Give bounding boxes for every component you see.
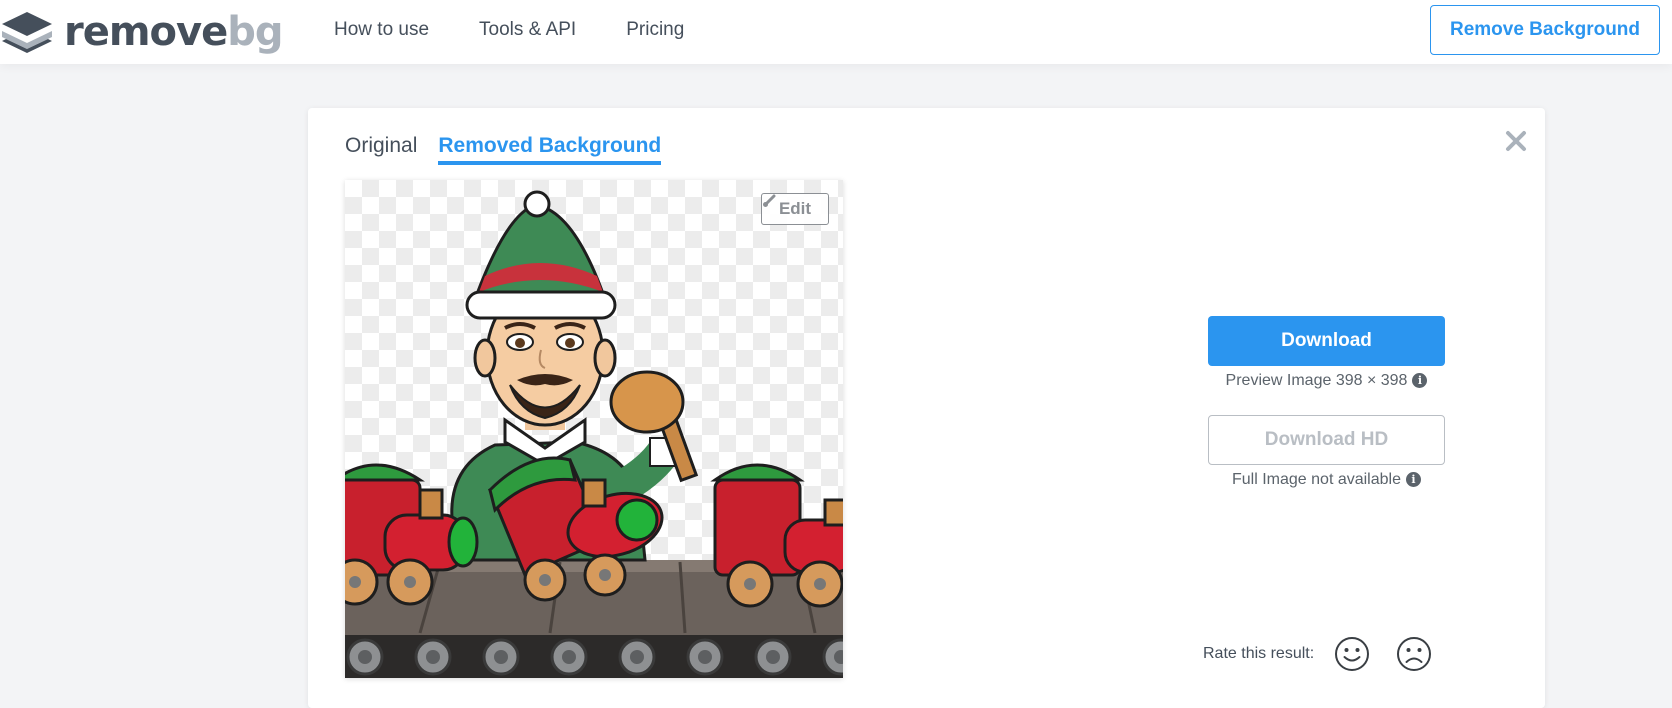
result-card: Original Removed Background Edit Downloa… — [308, 108, 1545, 708]
logo-text-remove: remove — [64, 9, 228, 55]
nav-pricing[interactable]: Pricing — [626, 19, 684, 41]
info-icon[interactable]: i — [1412, 373, 1428, 389]
hd-availability-info: Full Image not available i — [1208, 471, 1445, 489]
top-header: removebg How to use Tools & API Pricing … — [0, 0, 1672, 64]
main-nav: How to use Tools & API Pricing — [334, 0, 734, 60]
nav-tools-api[interactable]: Tools & API — [479, 19, 576, 41]
logo-text-bg: bg — [227, 9, 283, 55]
remove-background-button[interactable]: Remove Background — [1430, 5, 1660, 55]
frowning-face-icon[interactable] — [1396, 636, 1432, 672]
nav-how-to-use[interactable]: How to use — [334, 19, 429, 41]
elf-illustration — [345, 190, 843, 678]
result-preview-image: Edit — [345, 180, 843, 678]
logo-text: removebg — [64, 9, 283, 55]
preview-size-text: Preview Image 398 × 398 — [1225, 372, 1408, 389]
stacked-layers-icon — [2, 12, 52, 53]
hd-availability-text: Full Image not available — [1232, 471, 1401, 488]
preview-size-info: Preview Image 398 × 398 i — [1208, 372, 1445, 390]
rate-result-row: Rate this result: — [1203, 635, 1458, 673]
download-button[interactable]: Download — [1208, 316, 1445, 366]
logo[interactable]: removebg — [0, 9, 283, 55]
smiley-face-icon[interactable] — [1334, 636, 1370, 672]
edit-label: Edit — [778, 199, 812, 218]
rate-label: Rate this result: — [1203, 645, 1315, 662]
result-tabs: Original Removed Background — [345, 134, 682, 165]
tab-original[interactable]: Original — [345, 134, 417, 165]
close-icon[interactable] — [1503, 128, 1529, 154]
brush-icon — [763, 194, 776, 207]
edit-button[interactable]: Edit — [761, 193, 829, 225]
tab-removed-background[interactable]: Removed Background — [438, 134, 662, 165]
download-hd-button[interactable]: Download HD — [1208, 415, 1445, 465]
info-icon[interactable]: i — [1405, 472, 1421, 488]
